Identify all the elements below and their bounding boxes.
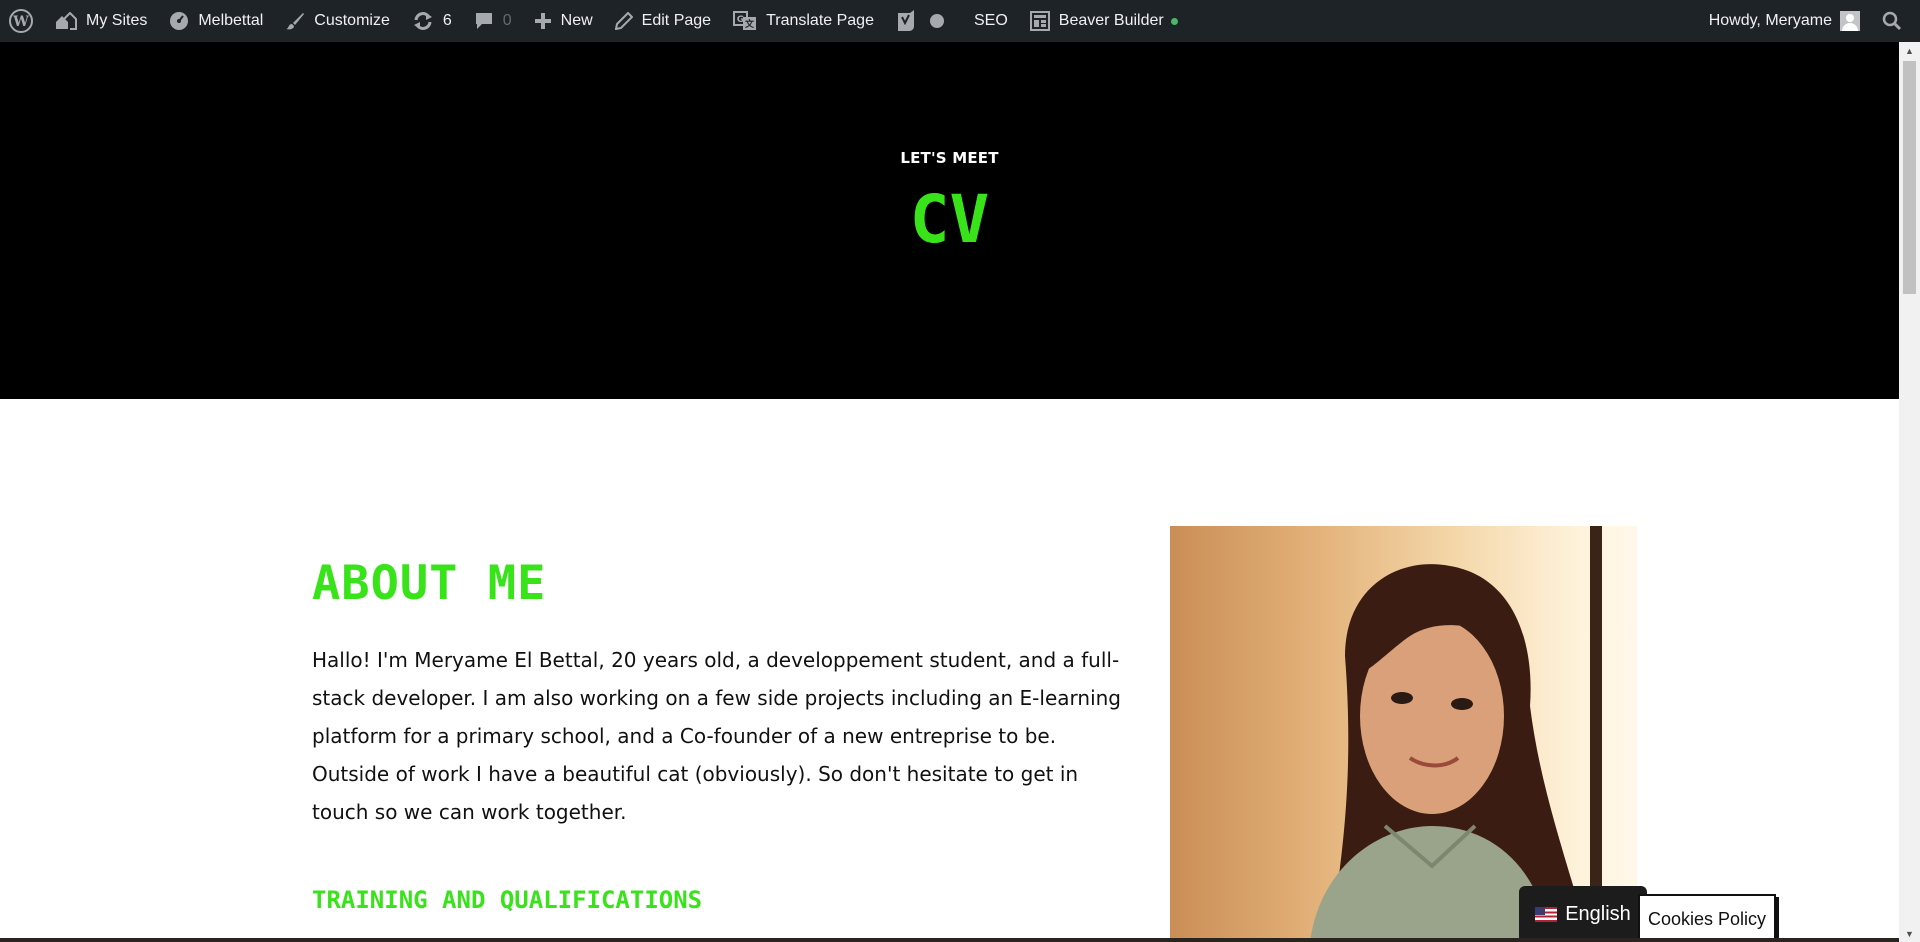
cookies-policy-button[interactable]: Cookies Policy	[1638, 894, 1776, 942]
translate-page-button[interactable]: 文G Translate Page	[722, 0, 885, 42]
my-sites-label: My Sites	[86, 12, 148, 29]
site-name-button[interactable]: Melbettal	[158, 0, 274, 42]
us-flag-icon	[1535, 906, 1558, 922]
pencil-icon	[614, 12, 633, 30]
avatar	[1840, 11, 1860, 31]
search-icon	[1882, 11, 1902, 31]
training-heading: TRAINING AND QUALIFICATIONS	[312, 886, 703, 914]
footer-edge	[0, 938, 1899, 942]
comments-count: 0	[502, 12, 512, 29]
page-title: CV	[909, 181, 990, 258]
comments-button[interactable]: 0	[463, 0, 523, 42]
customize-button[interactable]: Customize	[274, 0, 401, 42]
about-text: Hallo! I'm Meryame El Bettal, 20 years o…	[312, 648, 1121, 824]
site-name-label: Melbettal	[198, 12, 264, 29]
customize-label: Customize	[314, 12, 390, 29]
my-sites-button[interactable]: My Sites	[44, 0, 158, 42]
hero-section: LET'S MEET CV	[0, 42, 1899, 399]
translate-icon: 文G	[733, 11, 757, 31]
beaver-builder-icon	[1029, 11, 1050, 31]
edit-page-label: Edit Page	[641, 12, 712, 29]
scroll-up-arrow-icon[interactable]: ▲	[1899, 42, 1920, 59]
translate-page-label: Translate Page	[766, 12, 874, 29]
my-sites-icon	[55, 12, 77, 30]
admin-search-button[interactable]	[1871, 0, 1920, 42]
svg-text:W: W	[12, 14, 29, 30]
cookies-policy-label: Cookies Policy	[1648, 908, 1767, 929]
howdy-label: Howdy, Meryame	[1708, 12, 1832, 29]
beaver-builder-button[interactable]: Beaver Builder	[1019, 0, 1189, 42]
new-button[interactable]: New	[523, 0, 604, 42]
about-heading: ABOUT ME	[312, 556, 547, 611]
dashboard-icon	[169, 11, 189, 31]
admin-bar: W My Sites Melbettal Customize 6 0 New E…	[0, 0, 1920, 42]
svg-text:文: 文	[744, 18, 755, 30]
hero-eyebrow: LET'S MEET	[900, 149, 999, 167]
updates-count: 6	[442, 12, 452, 29]
plus-icon	[534, 12, 552, 30]
beaver-builder-status-dot	[1170, 17, 1178, 25]
new-label: New	[560, 12, 593, 29]
language-label: English	[1565, 902, 1631, 925]
beaver-builder-label: Beaver Builder	[1058, 12, 1164, 29]
seo-status-indicator	[929, 14, 944, 28]
updates-icon	[412, 11, 434, 31]
updates-button[interactable]: 6	[401, 0, 463, 42]
scroll-down-arrow-icon[interactable]: ▼	[1899, 925, 1920, 942]
profile-photo	[1170, 526, 1637, 942]
seo-label: SEO	[973, 12, 1008, 29]
scrollbar-thumb[interactable]	[1903, 61, 1916, 294]
comments-icon	[474, 11, 494, 31]
seo-button[interactable]: SEO	[885, 0, 1019, 42]
yoast-icon	[896, 10, 916, 32]
svg-text:G: G	[737, 15, 744, 25]
page-scrollbar[interactable]: ▲ ▼	[1899, 42, 1920, 942]
edit-page-button[interactable]: Edit Page	[604, 0, 722, 42]
wordpress-logo-button[interactable]: W	[0, 0, 44, 42]
wordpress-icon: W	[9, 9, 33, 33]
user-account-button[interactable]: Howdy, Meryame	[1698, 0, 1871, 42]
language-switcher[interactable]: English	[1519, 886, 1647, 942]
brush-icon	[285, 11, 305, 31]
